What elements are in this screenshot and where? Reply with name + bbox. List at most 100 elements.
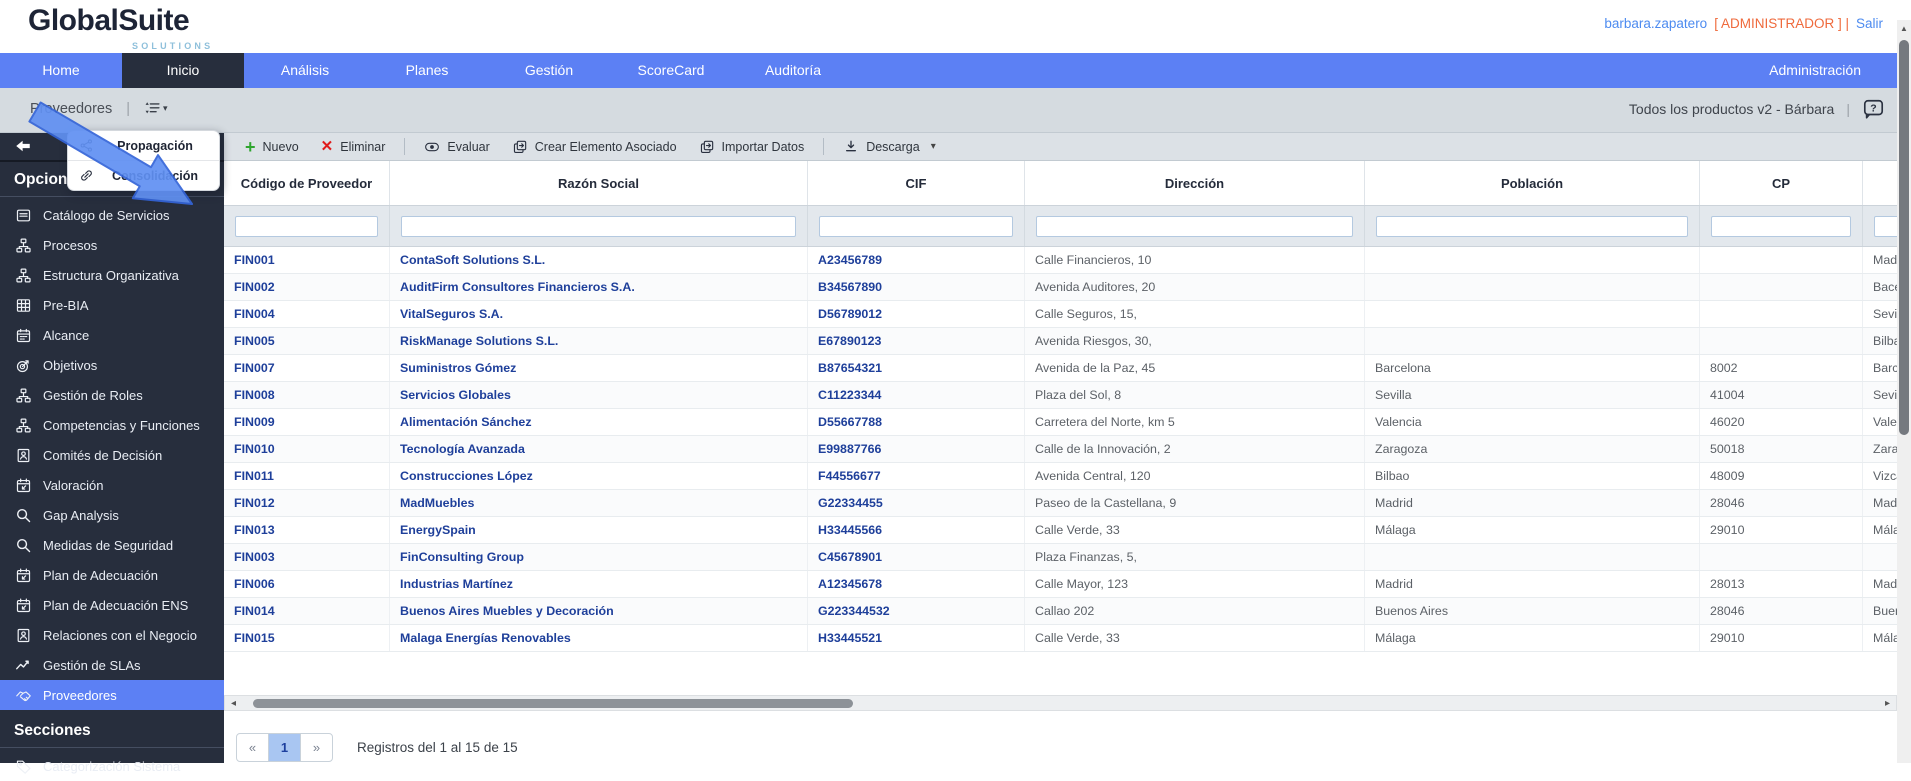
cell-link[interactable]: FIN015 bbox=[224, 625, 390, 651]
sidebar-item-relaciones-con-el-negocio[interactable]: Relaciones con el Negocio bbox=[0, 620, 224, 650]
page-last-button[interactable]: » bbox=[301, 734, 332, 761]
cell-link[interactable]: Construcciones López bbox=[390, 463, 808, 489]
nav-tab-analisis[interactable]: Análisis bbox=[244, 53, 366, 88]
table-row[interactable]: FIN013 EnergySpain H33445566 Calle Verde, 3… bbox=[224, 517, 1897, 544]
column-header-direccion[interactable]: Dirección bbox=[1025, 161, 1365, 205]
cell-link[interactable]: Malaga Energías Renovables bbox=[390, 625, 808, 651]
cell-link[interactable]: B34567890 bbox=[808, 274, 1025, 300]
toolbar-button-importar-datos[interactable]: Importar Datos bbox=[688, 133, 816, 160]
cell-link[interactable]: A12345678 bbox=[808, 571, 1025, 597]
sidebar-item-procesos[interactable]: Procesos bbox=[0, 230, 224, 260]
filter-input-direccion[interactable] bbox=[1036, 215, 1353, 237]
cell-link[interactable]: FIN004 bbox=[224, 301, 390, 327]
column-header-col-7[interactable] bbox=[1863, 161, 1897, 205]
sidebar-item-categorizacion-sistema[interactable]: Categorización Sistema bbox=[0, 751, 224, 781]
sidebar-item-gestion-de-slas[interactable]: Gestión de SLAs bbox=[0, 650, 224, 680]
cell-link[interactable]: Tecnología Avanzada bbox=[390, 436, 808, 462]
cell-link[interactable]: D55667788 bbox=[808, 409, 1025, 435]
table-row[interactable]: FIN003 FinConsulting Group C45678901 Plaza … bbox=[224, 544, 1897, 571]
column-header-cif[interactable]: CIF bbox=[808, 161, 1025, 205]
cell-link[interactable]: Industrias Martínez bbox=[390, 571, 808, 597]
cell-link[interactable]: VitalSeguros S.A. bbox=[390, 301, 808, 327]
filter-input-razon-social[interactable] bbox=[401, 215, 796, 237]
logout-link[interactable]: Salir bbox=[1856, 16, 1883, 31]
table-row[interactable]: FIN008 Servicios Globales C11223344 Plaza d… bbox=[224, 382, 1897, 409]
app-logo[interactable]: GlobalSuite SOLUTIONS bbox=[28, 4, 210, 51]
nav-tab-administracion[interactable]: Administración bbox=[1749, 53, 1881, 88]
nav-tab-planes[interactable]: Planes bbox=[366, 53, 488, 88]
cell-link[interactable]: FIN010 bbox=[224, 436, 390, 462]
cell-link[interactable]: Alimentación Sánchez bbox=[390, 409, 808, 435]
scroll-up-icon[interactable]: ▲ bbox=[1897, 20, 1911, 33]
toolbar-button-crear-elemento-asociado[interactable]: Crear Elemento Asociado bbox=[501, 133, 688, 160]
cell-link[interactable]: E67890123 bbox=[808, 328, 1025, 354]
cell-link[interactable]: F44556677 bbox=[808, 463, 1025, 489]
cell-link[interactable]: FIN011 bbox=[224, 463, 390, 489]
table-row[interactable]: FIN007 Suministros Gómez B87654321 Avenida … bbox=[224, 355, 1897, 382]
cell-link[interactable]: H33445521 bbox=[808, 625, 1025, 651]
cell-link[interactable]: D56789012 bbox=[808, 301, 1025, 327]
sidebar-item-gestion-de-roles[interactable]: Gestión de Roles bbox=[0, 380, 224, 410]
toolbar-button-nuevo[interactable]: + Nuevo bbox=[234, 133, 310, 160]
cell-link[interactable]: FIN005 bbox=[224, 328, 390, 354]
cell-link[interactable]: FIN008 bbox=[224, 382, 390, 408]
column-header-codigo-de-proveedor[interactable]: Código de Proveedor bbox=[224, 161, 390, 205]
cell-link[interactable]: Suministros Gómez bbox=[390, 355, 808, 381]
nav-tab-auditoria[interactable]: Auditoría bbox=[732, 53, 854, 88]
cell-link[interactable]: FIN007 bbox=[224, 355, 390, 381]
filter-input-col-7[interactable] bbox=[1874, 215, 1897, 237]
filter-input-cif[interactable] bbox=[819, 215, 1013, 237]
vertical-scrollbar-thumb[interactable] bbox=[1899, 40, 1909, 435]
nav-tab-gestion[interactable]: Gestión bbox=[488, 53, 610, 88]
cell-link[interactable]: FIN012 bbox=[224, 490, 390, 516]
cell-link[interactable]: C45678901 bbox=[808, 544, 1025, 570]
table-row[interactable]: FIN012 MadMuebles G22334455 Paseo de la Cas… bbox=[224, 490, 1897, 517]
cell-link[interactable]: FIN013 bbox=[224, 517, 390, 543]
table-row[interactable]: FIN010 Tecnología Avanzada E99887766 Calle … bbox=[224, 436, 1897, 463]
column-header-cp[interactable]: CP bbox=[1700, 161, 1863, 205]
page-first-button[interactable]: « bbox=[237, 734, 268, 761]
cell-link[interactable]: FIN002 bbox=[224, 274, 390, 300]
cell-link[interactable]: Buenos Aires Muebles y Decoración bbox=[390, 598, 808, 624]
cell-link[interactable]: G223344532 bbox=[808, 598, 1025, 624]
table-row[interactable]: FIN001 ContaSoft Solutions S.L. A23456789 C… bbox=[224, 247, 1897, 274]
horizontal-scrollbar[interactable]: ◂ ▸ bbox=[224, 695, 1897, 711]
sidebar-item-medidas-de-seguridad[interactable]: Medidas de Seguridad bbox=[0, 530, 224, 560]
cell-link[interactable]: C11223344 bbox=[808, 382, 1025, 408]
cell-link[interactable]: FIN009 bbox=[224, 409, 390, 435]
help-icon[interactable] bbox=[1862, 98, 1885, 120]
cell-link[interactable]: ContaSoft Solutions S.L. bbox=[390, 247, 808, 273]
toolbar-button-evaluar[interactable]: Evaluar bbox=[413, 133, 500, 160]
scroll-left-icon[interactable]: ◂ bbox=[231, 697, 236, 710]
page-1-button[interactable]: 1 bbox=[268, 734, 301, 761]
cell-link[interactable]: AuditFirm Consultores Financieros S.A. bbox=[390, 274, 808, 300]
nav-tab-inicio[interactable]: Inicio bbox=[122, 53, 244, 88]
table-row[interactable]: FIN009 Alimentación Sánchez D55667788 Carre… bbox=[224, 409, 1897, 436]
filter-input-cp[interactable] bbox=[1711, 215, 1851, 237]
sidebar-item-competencias-y-funciones[interactable]: Competencias y Funciones bbox=[0, 410, 224, 440]
toolbar-button-eliminar[interactable]: ✕ Eliminar bbox=[310, 133, 397, 160]
scroll-right-icon[interactable]: ▸ bbox=[1885, 697, 1890, 710]
sidebar-item-objetivos[interactable]: Objetivos bbox=[0, 350, 224, 380]
cell-link[interactable]: FIN001 bbox=[224, 247, 390, 273]
table-row[interactable]: FIN011 Construcciones López F44556677 Aveni… bbox=[224, 463, 1897, 490]
cell-link[interactable]: EnergySpain bbox=[390, 517, 808, 543]
cell-link[interactable]: FIN006 bbox=[224, 571, 390, 597]
column-header-razon-social[interactable]: Razón Social bbox=[390, 161, 808, 205]
sidebar-item-plan-de-adecuacion[interactable]: Plan de Adecuación bbox=[0, 560, 224, 590]
cell-link[interactable]: MadMuebles bbox=[390, 490, 808, 516]
table-row[interactable]: FIN005 RiskManage Solutions S.L. E67890123… bbox=[224, 328, 1897, 355]
sidebar-item-valoracion[interactable]: Valoración bbox=[0, 470, 224, 500]
vertical-scrollbar[interactable]: ▲ bbox=[1897, 20, 1911, 763]
cell-link[interactable]: Servicios Globales bbox=[390, 382, 808, 408]
sidebar-item-proveedores[interactable]: Proveedores bbox=[0, 680, 224, 710]
cell-link[interactable]: H33445566 bbox=[808, 517, 1025, 543]
sidebar-item-alcance[interactable]: Alcance bbox=[0, 320, 224, 350]
table-row[interactable]: FIN006 Industrias Martínez A12345678 Calle … bbox=[224, 571, 1897, 598]
cell-link[interactable]: FIN003 bbox=[224, 544, 390, 570]
table-row[interactable]: FIN015 Malaga Energías Renovables H3344552… bbox=[224, 625, 1897, 652]
table-row[interactable]: FIN014 Buenos Aires Muebles y Decoración G… bbox=[224, 598, 1897, 625]
nav-tab-scorecard[interactable]: ScoreCard bbox=[610, 53, 732, 88]
product-context-label[interactable]: Todos los productos v2 - Bárbara bbox=[1629, 101, 1834, 117]
sidebar-item-estructura-organizativa[interactable]: Estructura Organizativa bbox=[0, 260, 224, 290]
